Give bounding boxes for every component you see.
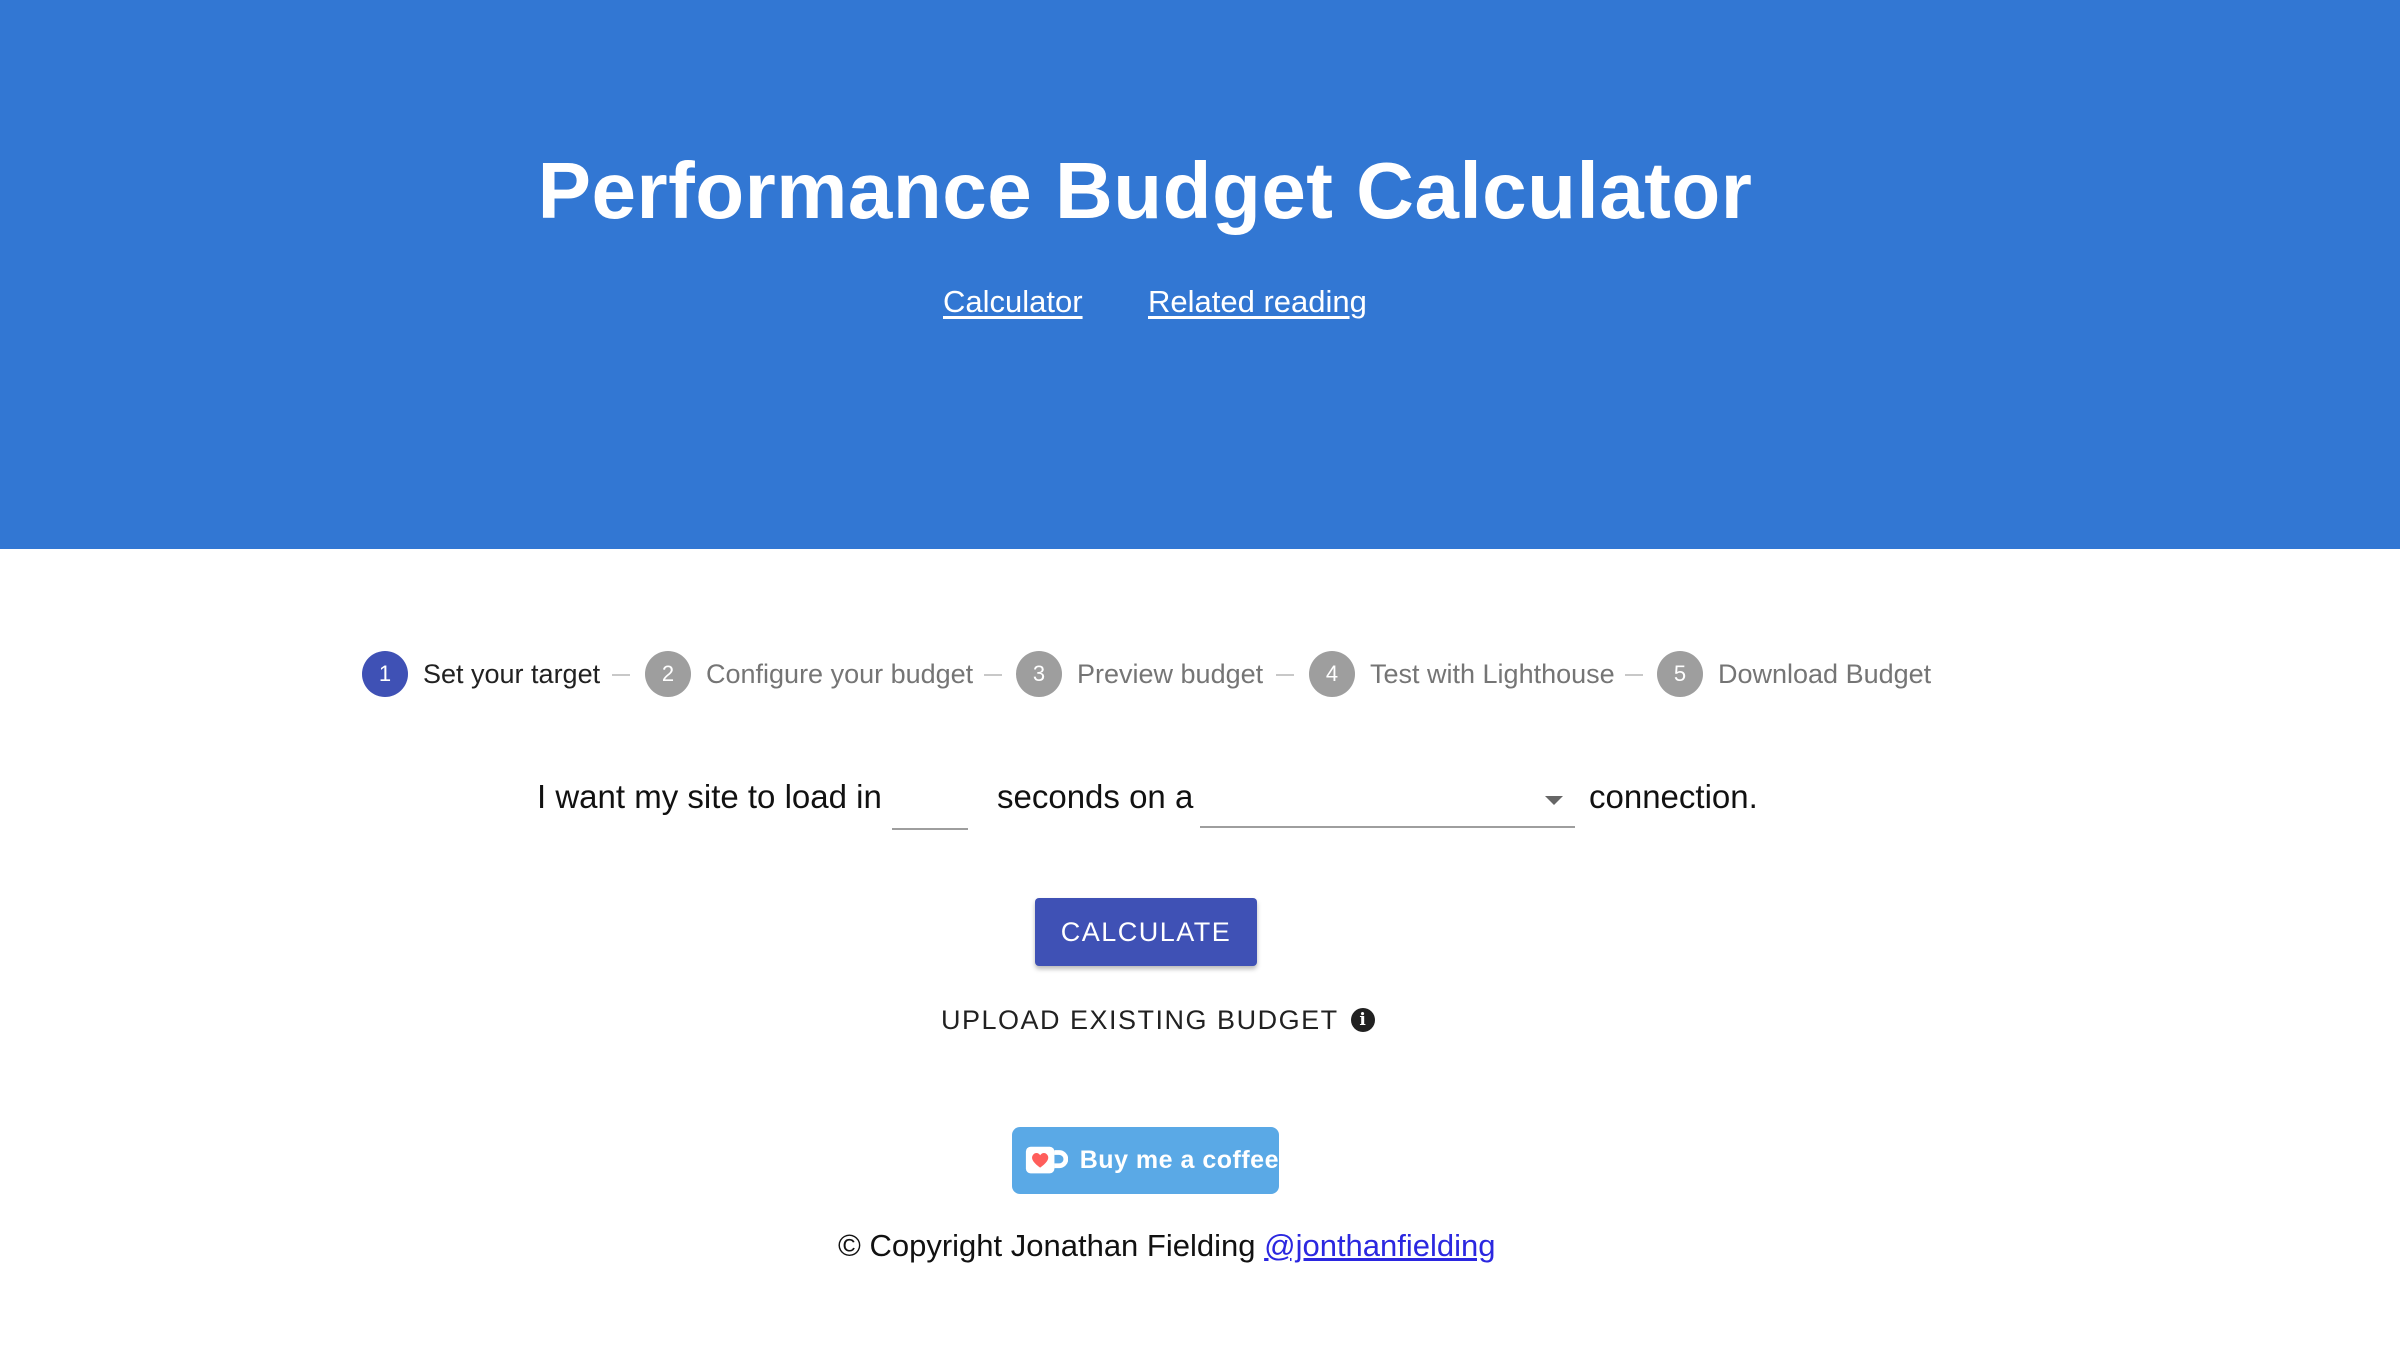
buy-me-a-coffee-button[interactable]: Buy me a coffee (1012, 1127, 1279, 1194)
step-configure-budget[interactable]: 2 Configure your budget (645, 650, 973, 698)
seconds-input[interactable] (892, 770, 968, 830)
step-number-badge: 2 (645, 651, 691, 697)
dropdown-arrow-icon (1545, 796, 1563, 805)
copyright-text: © Copyright Jonathan Fielding (838, 1228, 1256, 1263)
nav-link-related-reading[interactable]: Related reading (1148, 284, 1367, 320)
sentence-text-middle: seconds on a (997, 778, 1194, 815)
sentence-text-end: connection. (1589, 778, 1758, 815)
step-preview-budget[interactable]: 3 Preview budget (1016, 650, 1263, 698)
info-icon[interactable]: i (1350, 1008, 1375, 1032)
step-label: Download Budget (1718, 658, 1932, 689)
step-label: Set your target (423, 658, 601, 689)
stepper: 1 Set your target 2 Configure your budge… (0, 650, 2400, 698)
step-label: Configure your budget (706, 658, 974, 689)
step-label: Preview budget (1077, 658, 1264, 689)
connection-select[interactable] (1200, 770, 1575, 828)
sentence-text-start: I want my site to load in (537, 778, 882, 815)
target-sentence: I want my site to load in seconds on a c… (0, 770, 2400, 830)
step-connector (1276, 674, 1294, 676)
page-title: Performance Budget Calculator (537, 146, 1753, 235)
hero-header: Performance Budget Calculator Calculator… (0, 0, 2400, 549)
step-set-target[interactable]: 1 Set your target (362, 650, 600, 698)
step-label: Test with Lighthouse (1370, 658, 1615, 689)
step-connector (1625, 674, 1643, 676)
step-test-lighthouse[interactable]: 4 Test with Lighthouse (1309, 650, 1615, 698)
step-download-budget[interactable]: 5 Download Budget (1657, 650, 1931, 698)
twitter-handle-link[interactable]: @jonthanfielding (1264, 1228, 1495, 1263)
coffee-cup-heart-icon (1025, 1146, 1068, 1173)
coffee-label: Buy me a coffee (1079, 1146, 1279, 1174)
step-connector (612, 674, 630, 676)
upload-row: UPLOAD EXISTING BUDGET i (0, 1000, 2400, 1040)
upload-label: UPLOAD EXISTING BUDGET (941, 1004, 1339, 1035)
step-number-badge: 1 (362, 651, 408, 697)
hero-nav: Calculator Related reading (0, 284, 2400, 324)
calculate-button[interactable]: CALCULATE (1035, 898, 1257, 966)
upload-existing-budget-button[interactable]: UPLOAD EXISTING BUDGET i (941, 1000, 1375, 1040)
nav-link-calculator[interactable]: Calculator (943, 284, 1083, 320)
footer-text: © Copyright Jonathan Fielding @jonthanfi… (838, 1228, 1496, 1264)
step-connector (984, 674, 1002, 676)
step-number-badge: 3 (1016, 651, 1062, 697)
step-number-badge: 5 (1657, 651, 1703, 697)
step-number-badge: 4 (1309, 651, 1355, 697)
footer: © Copyright Jonathan Fielding @jonthanfi… (0, 1228, 2400, 1268)
